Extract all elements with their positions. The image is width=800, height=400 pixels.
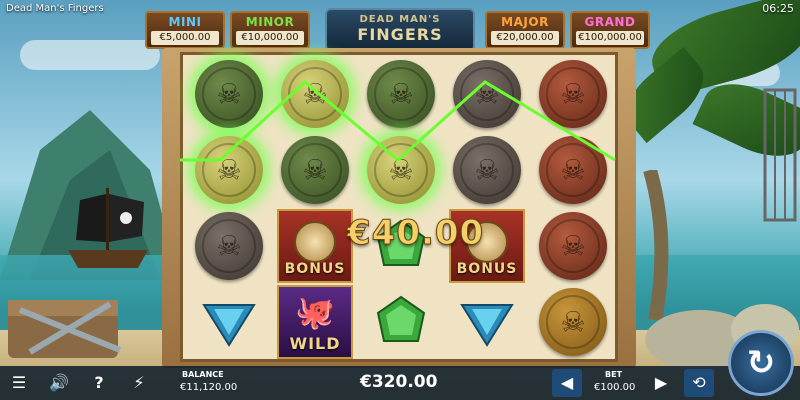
reel-cell: ☠ — [533, 57, 613, 131]
skull-icon: ☠ — [560, 153, 586, 187]
clock: 06:25 — [762, 2, 794, 15]
skull-coin-icon: ☠ — [195, 212, 263, 280]
skull-coin-icon: ☠ — [367, 60, 435, 128]
bonus-label: BONUS — [456, 261, 518, 277]
jackpot-grand-label: GRAND — [584, 15, 636, 29]
reel-cell: ☠ — [361, 133, 441, 207]
game-logo: DEAD MAN'S FINGERS — [325, 8, 475, 52]
jackpot-bar: MINI €5,000.00 MINOR €10,000.00 DEAD MAN… — [145, 8, 650, 52]
compass-icon — [294, 221, 336, 263]
reel-cell: ☠ — [447, 57, 527, 131]
blue-gem-icon — [202, 304, 256, 347]
skull-icon: ☠ — [302, 77, 328, 111]
jackpot-mini-value: €5,000.00 — [151, 31, 219, 45]
skull-icon: ☠ — [302, 153, 328, 187]
logo-line-2: FINGERS — [357, 25, 443, 44]
cage-icon — [763, 88, 797, 222]
reel-cell: 🐙 WILD — [275, 285, 355, 359]
jackpot-grand: GRAND €100,000.00 — [570, 11, 650, 49]
bonus-symbol: BONUS — [277, 209, 353, 283]
win-amount: €40.00 — [346, 213, 485, 254]
wild-symbol: 🐙 WILD — [277, 285, 353, 359]
reel-cell — [361, 285, 441, 359]
balance-label: BALANCE — [182, 370, 224, 379]
skull-icon: ☠ — [474, 153, 500, 187]
bet-increase-button[interactable]: ▶ — [646, 369, 676, 397]
skull-icon: ☠ — [216, 77, 242, 111]
treasure-chest-icon — [8, 300, 122, 358]
bet-value: €100.00 — [594, 382, 636, 393]
menu-icon[interactable]: ☰ — [8, 372, 30, 394]
jackpot-mini-label: MINI — [168, 15, 202, 29]
skull-coin-icon: ☠ — [539, 60, 607, 128]
reel-cell: ☠ — [189, 57, 269, 131]
bonus-label: BONUS — [284, 261, 346, 277]
bottom-bar: ☰ 🔊 ? ⚡ BALANCE €11,120.00 €320.00 ◀ BET… — [0, 366, 800, 400]
bet-decrease-button[interactable]: ◀ — [552, 369, 582, 397]
reel-grid: ☠ ☠ ☠ ☠ ☠ ☠ ☠ ☠ ☠ ☠ ☠ BONUS BONUS ☠ 🐙 WILD ☠ — [180, 52, 618, 362]
skull-coin-icon: ☠ — [367, 136, 435, 204]
skull-icon: ☠ — [388, 153, 414, 187]
skull-coin-icon: ☠ — [281, 136, 349, 204]
skull-coin-icon: ☠ — [281, 60, 349, 128]
skull-icon: ☠ — [388, 77, 414, 111]
skull-coin-icon: ☠ — [453, 60, 521, 128]
logo-line-1: DEAD MAN'S — [359, 14, 441, 25]
skull-icon: ☠ — [560, 77, 586, 111]
autoplay-icon[interactable]: ⟲ — [684, 369, 714, 397]
reel-cell: BONUS — [275, 209, 355, 283]
jackpot-grand-value: €100,000.00 — [576, 31, 644, 45]
balance-value: €11,120.00 — [180, 382, 238, 393]
wild-label: WILD — [289, 334, 341, 353]
jackpot-mini: MINI €5,000.00 — [145, 11, 225, 49]
reel-cell: ☠ — [447, 133, 527, 207]
sound-icon[interactable]: 🔊 — [48, 372, 70, 394]
jackpot-minor-value: €10,000.00 — [236, 31, 304, 45]
help-icon[interactable]: ? — [88, 372, 110, 394]
pirate-ship-icon — [68, 188, 148, 268]
bet-label: BET — [605, 370, 623, 379]
skull-icon: ☠ — [216, 153, 242, 187]
total-win: €320.00 — [360, 372, 438, 392]
reel-cell: ☠ — [533, 285, 613, 359]
reel-cell: ☠ — [189, 133, 269, 207]
jackpot-minor-label: MINOR — [245, 15, 295, 29]
skull-icon: ☠ — [560, 229, 586, 263]
jackpot-minor: MINOR €10,000.00 — [230, 11, 310, 49]
jackpot-major-value: €20,000.00 — [491, 31, 559, 45]
spin-button[interactable]: ↻ — [728, 330, 794, 396]
skull-coin-icon: ☠ — [539, 136, 607, 204]
game-title: Dead Man's Fingers — [6, 3, 104, 14]
jackpot-major: MAJOR €20,000.00 — [485, 11, 565, 49]
reel-cell — [447, 285, 527, 359]
reel-cell: ☠ — [533, 209, 613, 283]
reel-cell: ☠ — [275, 57, 355, 131]
skull-coin-icon: ☠ — [195, 60, 263, 128]
reel-cell — [189, 285, 269, 359]
skull-icon: ☠ — [474, 77, 500, 111]
reel-cell: ☠ — [533, 133, 613, 207]
octopus-icon: 🐙 — [295, 293, 335, 331]
reel-cell: ☠ — [275, 133, 355, 207]
green-gem-icon — [376, 295, 426, 342]
skull-icon: ☠ — [216, 229, 242, 263]
skull-coin-icon: ☠ — [539, 212, 607, 280]
jackpot-major-label: MAJOR — [501, 15, 549, 29]
skull-coin-icon: ☠ — [539, 288, 607, 356]
spin-icon: ↻ — [746, 343, 776, 383]
reel-cell: ☠ — [189, 209, 269, 283]
skull-coin-icon: ☠ — [195, 136, 263, 204]
turbo-icon[interactable]: ⚡ — [128, 372, 150, 394]
skull-icon: ☠ — [560, 305, 586, 339]
reel-cell: ☠ — [361, 57, 441, 131]
blue-gem-icon — [460, 304, 514, 347]
skull-coin-icon: ☠ — [453, 136, 521, 204]
